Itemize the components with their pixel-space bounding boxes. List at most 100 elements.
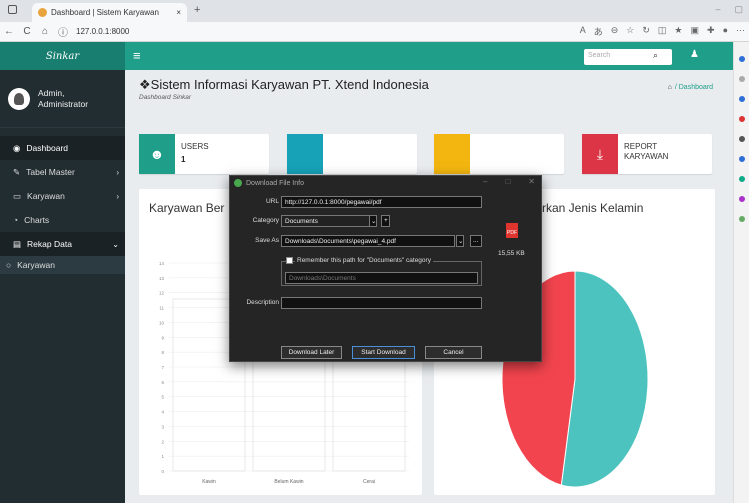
browser-toolbar: ← C ⌂ ⓘ 127.0.0.1:8000 A あ ⊖ ☆ ↻ ◫ ★ ▣ ✚…: [0, 22, 749, 42]
sidebar-app-icon[interactable]: [738, 176, 745, 182]
dialog-titlebar: Download File Info – □ ✕: [230, 176, 541, 190]
page-subtitle: Dashboard Sinkar: [139, 94, 192, 101]
avatar: [8, 87, 30, 110]
sidebar-app-icon[interactable]: [738, 156, 745, 162]
read-aloud-icon[interactable]: A: [580, 25, 586, 38]
file-size: 15,55 KB: [498, 250, 525, 257]
sidebar-item-dashboard[interactable]: ◉ Dashboard: [0, 136, 125, 160]
tab-actions-icon[interactable]: [8, 5, 17, 14]
info-box-report[interactable]: ⤓ REPORT KARYAWAN: [582, 134, 712, 174]
sidebar-app-icon[interactable]: [738, 196, 745, 202]
user-name: Admin,: [38, 87, 65, 98]
remember-checkbox[interactable]: [286, 257, 293, 264]
cancel-button[interactable]: Cancel: [425, 346, 482, 359]
dialog-close-button[interactable]: ✕: [528, 177, 535, 186]
profile-icon[interactable]: ●: [723, 25, 728, 38]
circle-icon: ○: [6, 260, 12, 270]
favorites-icon[interactable]: ★: [674, 25, 682, 38]
sidebar-item-tabel-master[interactable]: ✎ Tabel Master ›: [0, 160, 125, 184]
tab-title: Dashboard | Sistem Karyawan: [51, 8, 159, 17]
back-icon[interactable]: ←: [0, 26, 18, 37]
dialog-minimize-button[interactable]: –: [483, 177, 487, 186]
more-icon[interactable]: ⋯: [736, 25, 745, 38]
sidebar-app-icon[interactable]: [738, 56, 745, 62]
pdf-file-icon: PDF: [506, 223, 518, 238]
translate-icon[interactable]: あ: [594, 25, 603, 38]
info-box-users[interactable]: ☻ USERS 1: [139, 134, 269, 174]
sidebar-item-label: Karyawan: [27, 191, 65, 201]
x-tick-label: Belum Kawin: [274, 479, 303, 485]
download-later-button[interactable]: Download Later: [281, 346, 342, 359]
window-minimize-button[interactable]: –: [715, 4, 720, 15]
y-tick-label: 0: [161, 469, 164, 474]
home-icon[interactable]: ⌂: [36, 26, 54, 37]
sidebar-item-label: Karyawan: [17, 260, 55, 270]
brand-logo[interactable]: Sinkar: [0, 42, 125, 70]
breadcrumb[interactable]: ⌂ / Dashboard: [668, 84, 713, 91]
sidebar-item-rekap-data[interactable]: ▤ Rekap Data ⌄: [0, 232, 125, 256]
add-category-button[interactable]: +: [381, 215, 390, 227]
browser-tabbar: Dashboard | Sistem Karyawan × + – ▢: [0, 0, 749, 22]
sidebar-subitem-karyawan[interactable]: ○ Karyawan: [0, 256, 125, 274]
download-icon: ⤓: [582, 134, 618, 174]
extension-icon[interactable]: ✚: [707, 25, 715, 38]
address-bar[interactable]: 127.0.0.1:8000: [76, 27, 129, 36]
download-dialog: Download File Info – □ ✕ URL http://127.…: [229, 175, 542, 362]
site-info-icon[interactable]: ⓘ: [54, 24, 72, 39]
reload-icon[interactable]: C: [18, 26, 36, 37]
info-box-label: USERS: [181, 142, 209, 151]
sidebar-app-icon[interactable]: [738, 136, 745, 142]
remember-label: Remember this path for "Documents" categ…: [295, 257, 433, 264]
y-tick-label: 11: [159, 306, 164, 311]
description-field[interactable]: [281, 297, 482, 309]
zoom-icon[interactable]: ⊖: [611, 25, 619, 38]
y-tick-label: 14: [159, 261, 165, 266]
favorite-star-icon[interactable]: ☆: [626, 25, 634, 38]
sidebar-app-icon[interactable]: [738, 116, 745, 122]
y-tick-label: 2: [161, 439, 164, 444]
dashboard-icon: ◉: [13, 142, 21, 153]
user-panel: Admin, Administrator: [0, 70, 125, 128]
url-field[interactable]: http://127.0.0.1:8000/pegawai/pdf: [281, 196, 482, 208]
info-box-icon: [287, 134, 323, 174]
sidebar-app-icon[interactable]: [738, 216, 745, 222]
y-tick-label: 9: [161, 335, 164, 340]
sidebar-item-label: Tabel Master: [26, 167, 75, 177]
sidebar-app-icon[interactable]: [738, 76, 745, 82]
refresh-ext-icon[interactable]: ↻: [642, 25, 650, 38]
sidebar: Admin, Administrator ◉ Dashboard ✎ Tabel…: [0, 70, 125, 503]
description-label: Description: [246, 299, 279, 306]
new-tab-button[interactable]: +: [194, 4, 200, 16]
y-tick-label: 3: [161, 424, 164, 429]
top-navbar: Sinkar ≡ Search ⌕ ♟: [0, 42, 733, 70]
edit-icon: ✎: [13, 166, 21, 177]
category-dropdown-icon[interactable]: ⌄: [369, 215, 377, 227]
category-select[interactable]: Documents: [281, 215, 377, 227]
user-role: Administrator: [38, 98, 89, 109]
saveas-field[interactable]: Downloads\Documents\pegawai_4.pdf: [281, 235, 455, 247]
search-icon[interactable]: ⌕: [653, 50, 658, 61]
site-favicon-icon: [38, 8, 47, 17]
user-icon[interactable]: ♟: [690, 49, 699, 60]
sidebar-app-icon[interactable]: [738, 96, 745, 102]
y-tick-label: 12: [159, 291, 165, 296]
info-box-3[interactable]: [434, 134, 564, 174]
category-label: Category: [252, 217, 279, 224]
collections-icon[interactable]: ▣: [691, 25, 700, 38]
chevron-right-icon: ›: [116, 167, 119, 177]
browse-button[interactable]: ...: [470, 235, 482, 247]
sidebar-item-karyawan[interactable]: ▭ Karyawan ›: [0, 184, 125, 208]
info-box-2[interactable]: [287, 134, 417, 174]
browser-tab[interactable]: Dashboard | Sistem Karyawan ×: [32, 3, 187, 22]
sidebar-item-charts[interactable]: ◔ Charts: [0, 208, 125, 232]
menu-toggle-icon[interactable]: ≡: [133, 48, 141, 63]
dialog-maximize-button[interactable]: □: [505, 177, 510, 186]
split-screen-icon[interactable]: ◫: [658, 25, 667, 38]
y-tick-label: 5: [161, 395, 164, 400]
window-maximize-button[interactable]: ▢: [734, 4, 743, 15]
search-input[interactable]: Search: [584, 49, 672, 65]
users-icon: ☻: [139, 134, 175, 174]
start-download-button[interactable]: Start Download: [352, 346, 415, 359]
saveas-dropdown-icon[interactable]: ⌄: [456, 235, 464, 247]
tab-close-icon[interactable]: ×: [176, 8, 181, 17]
